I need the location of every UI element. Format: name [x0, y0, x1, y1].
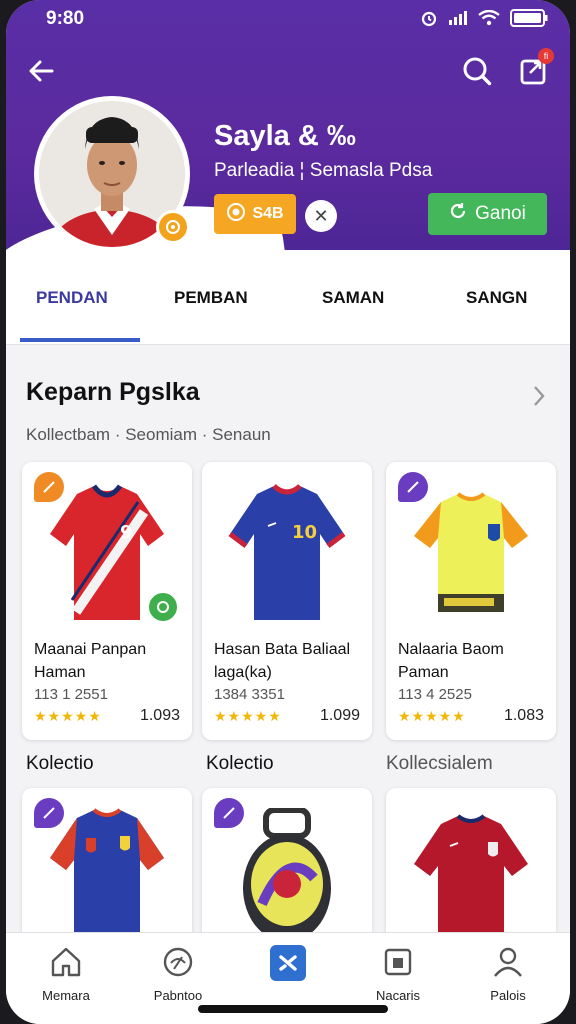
profile-name: Sayla & ‰ [214, 120, 356, 152]
tab-bar: PENDAN PEMBAN SAMAN SANGN [6, 250, 570, 345]
verified-badge-icon [156, 210, 190, 244]
profile-subtitle: Parleadia ¦ Semasla Pdsa [214, 160, 433, 181]
follow-button[interactable]: Ganoi [428, 193, 547, 235]
status-time: 9:80 [46, 8, 85, 29]
section-title: Keparn Pgslka [26, 378, 200, 406]
card-count: 1.093 [139, 707, 180, 724]
tab-pemban[interactable]: PEMBAN [174, 288, 248, 308]
card-title: Nalaaria Baom Paman [398, 641, 504, 681]
jersey-image [414, 814, 528, 948]
jersey-image [50, 808, 164, 948]
card-code: 113 4 2525 [398, 686, 472, 703]
points-pill[interactable]: S4B [214, 194, 296, 234]
points-label: S4B [252, 205, 284, 222]
product-card[interactable] [22, 788, 192, 948]
tab-saman[interactable]: SAMAN [322, 288, 384, 308]
active-tab-indicator [20, 338, 140, 342]
card-count: 1.099 [319, 707, 360, 724]
nav-item-profile[interactable]: Palois [452, 945, 564, 1003]
tag-icon [398, 472, 428, 502]
chevron-right-icon[interactable] [532, 384, 546, 413]
card-code: 113 1 2551 [34, 686, 108, 703]
follow-label: Ganoi [475, 203, 526, 224]
home-indicator[interactable] [198, 1005, 388, 1013]
nav-item-center[interactable] [232, 945, 344, 990]
status-bar: 9:80 [6, 6, 570, 32]
alarm-icon [420, 9, 438, 32]
nav-label: Nacaris [375, 988, 421, 1003]
collection-label: Kollecsialem [386, 753, 493, 774]
card-title: Maanai Panpan Haman [34, 641, 147, 681]
jersey-number: 9 [120, 522, 133, 543]
nav-item-cards[interactable]: Nacaris [342, 945, 454, 1003]
tab-pendan[interactable]: PENDAN [36, 288, 108, 308]
signal-icon [448, 10, 468, 31]
card-title: Hasan Bata Baliaal laga(ka) [214, 641, 351, 681]
star-rating: ★★★★★ [34, 708, 102, 724]
coin-icon [226, 202, 246, 227]
section-subtitle: Kollectbam · Seomiam · Senaun [26, 425, 271, 444]
card-count: 1.083 [503, 707, 544, 724]
profile-icon [491, 947, 525, 983]
nav-label: Memara [42, 988, 90, 1003]
app-icon [270, 945, 306, 981]
share-icon[interactable]: fi [516, 48, 554, 88]
close-icon[interactable]: ✕ [305, 200, 337, 232]
battery-icon [510, 9, 548, 32]
product-card[interactable]: Nalaaria Baom Paman 113 4 2525 ★★★★★ 1.0… [386, 462, 556, 740]
nav-label: Pabntoo [153, 988, 203, 1003]
ball-icon [161, 947, 195, 983]
star-rating: ★★★★★ [398, 708, 466, 724]
nav-label: Palois [490, 988, 526, 1003]
product-card[interactable] [202, 788, 372, 948]
flame-tag-icon [34, 472, 64, 502]
product-card[interactable]: 10 Hasan Bata Baliaal laga(ka) 1384 3351… [202, 462, 372, 740]
card-code: 1384 3351 [214, 686, 285, 703]
home-icon [49, 947, 83, 983]
phone-screen: 9:80 fi Sayla & ‰ Parleadia ¦ Semasla Pd… [6, 0, 570, 1024]
collection-label: Kolectio [26, 753, 94, 774]
star-rating: ★★★★★ [214, 708, 282, 724]
jersey-image: 10 [212, 472, 362, 627]
product-card[interactable]: 9 Maanai Panpan Haman 113 1 2551 ★★★★★ 1… [22, 462, 192, 740]
cards-icon [381, 948, 415, 983]
nav-item-matches[interactable]: Pabntoo [122, 945, 234, 1003]
tab-sangn[interactable]: SANGN [466, 288, 527, 308]
jersey-number: 10 [292, 522, 317, 543]
bag-image [243, 808, 331, 942]
profile-header: 9:80 fi Sayla & ‰ Parleadia ¦ Semasla Pd… [6, 0, 570, 250]
wifi-icon [478, 9, 500, 31]
notification-badge: fi [538, 48, 554, 64]
refresh-icon [449, 202, 467, 226]
nav-item-home[interactable]: Memara [10, 945, 122, 1003]
verified-check-icon [146, 590, 180, 624]
search-icon[interactable] [460, 54, 494, 88]
back-arrow-icon[interactable] [24, 54, 58, 88]
product-card[interactable] [386, 788, 556, 948]
collection-label: Kolectio [206, 753, 274, 774]
